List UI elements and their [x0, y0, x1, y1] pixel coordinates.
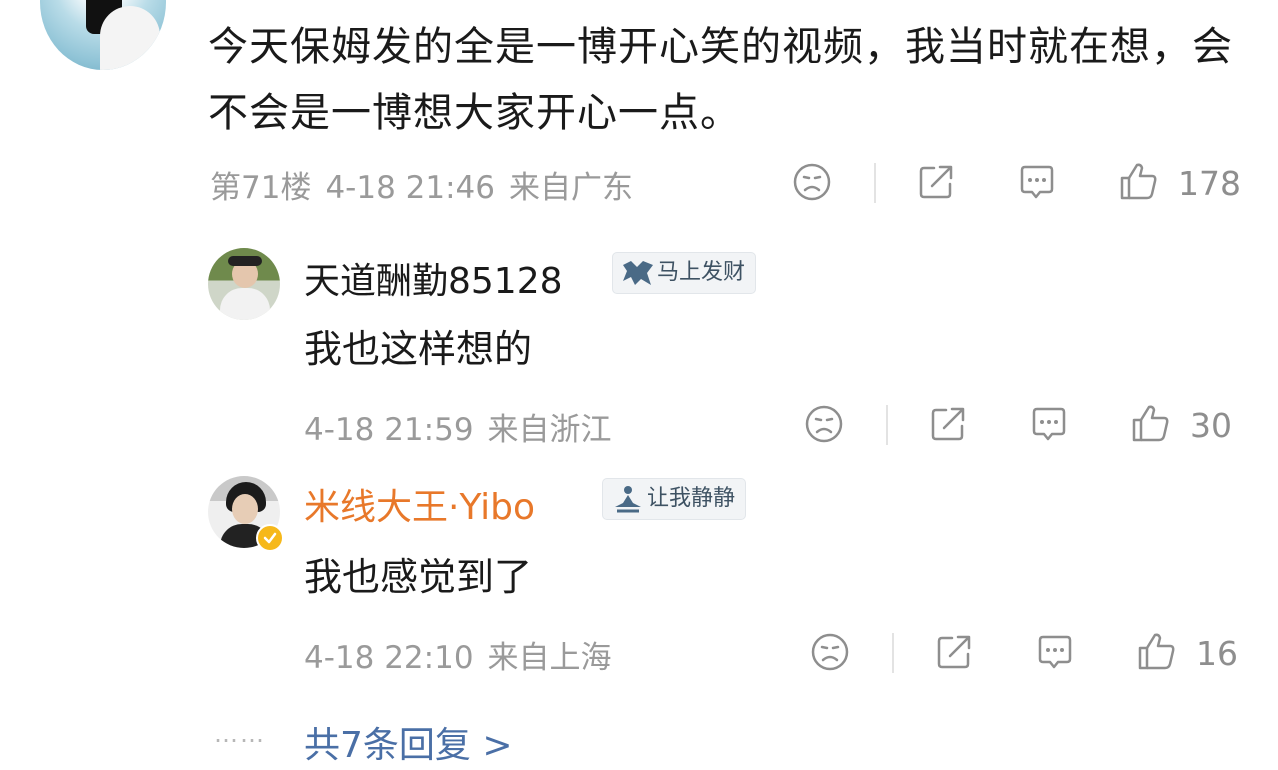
- thumbs-up-icon[interactable]: [1130, 402, 1172, 444]
- floor-number: 第71楼: [210, 170, 312, 206]
- reply-2-badge-label: 让我静静: [647, 486, 736, 511]
- reply-1-badge: 马上发财: [612, 252, 757, 294]
- reply-2-meta: 4-18 22:10 来自上海: [304, 632, 626, 677]
- thumbs-up-icon[interactable]: [1136, 630, 1178, 672]
- comment-location: 来自广东: [509, 170, 633, 206]
- sad-face-icon[interactable]: [792, 162, 832, 202]
- reply-1-username[interactable]: 天道酬勤85128: [304, 252, 563, 304]
- comment-date: 4-18 21:46: [325, 170, 495, 206]
- like-count: 30: [1190, 406, 1232, 445]
- action-divider: [886, 405, 888, 445]
- meditation-badge-icon: [611, 485, 645, 527]
- sad-face-icon[interactable]: [810, 632, 850, 672]
- action-divider: [874, 163, 876, 203]
- tiger-badge-icon: [621, 259, 655, 301]
- reply-2-username[interactable]: 米线大王·Yibo: [304, 478, 535, 530]
- reply-1-date: 4-18 21:59: [304, 412, 474, 448]
- thumbs-up-icon[interactable]: [1118, 160, 1160, 202]
- like-count: 178: [1178, 164, 1241, 203]
- verified-icon: [256, 524, 284, 552]
- reply-1-meta: 4-18 21:59 来自浙江: [304, 404, 626, 449]
- avatar-main-commenter[interactable]: [40, 0, 166, 70]
- reply-1-badge-label: 马上发财: [657, 260, 746, 285]
- reply-1-text: 我也这样想的: [304, 327, 533, 371]
- reply-1-location: 来自浙江: [487, 412, 612, 448]
- main-comment-meta: 第71楼 4-18 21:46 来自广东: [210, 162, 647, 207]
- comment-icon[interactable]: [1034, 632, 1076, 674]
- reply-2-text: 我也感觉到了: [304, 555, 533, 599]
- share-icon[interactable]: [916, 162, 956, 202]
- comment-icon[interactable]: [1016, 162, 1058, 204]
- like-count: 16: [1196, 634, 1238, 673]
- share-icon[interactable]: [934, 632, 974, 672]
- reply-2-date: 4-18 22:10: [304, 640, 474, 676]
- more-replies-link[interactable]: 共7条回复 >: [304, 716, 513, 768]
- comment-icon[interactable]: [1028, 404, 1070, 446]
- share-icon[interactable]: [928, 404, 968, 444]
- sad-face-icon[interactable]: [804, 404, 844, 444]
- dotted-separator: ……: [214, 720, 266, 748]
- action-divider: [892, 633, 894, 673]
- main-comment-text: 今天保姆发的全是一博开心笑的视频，我当时就在想，会不会是一博想大家开心一点。: [208, 24, 1233, 136]
- reply-2-badge: 让我静静: [602, 478, 747, 520]
- reply-2-location: 来自上海: [487, 640, 612, 676]
- avatar-reply-1[interactable]: [208, 248, 280, 320]
